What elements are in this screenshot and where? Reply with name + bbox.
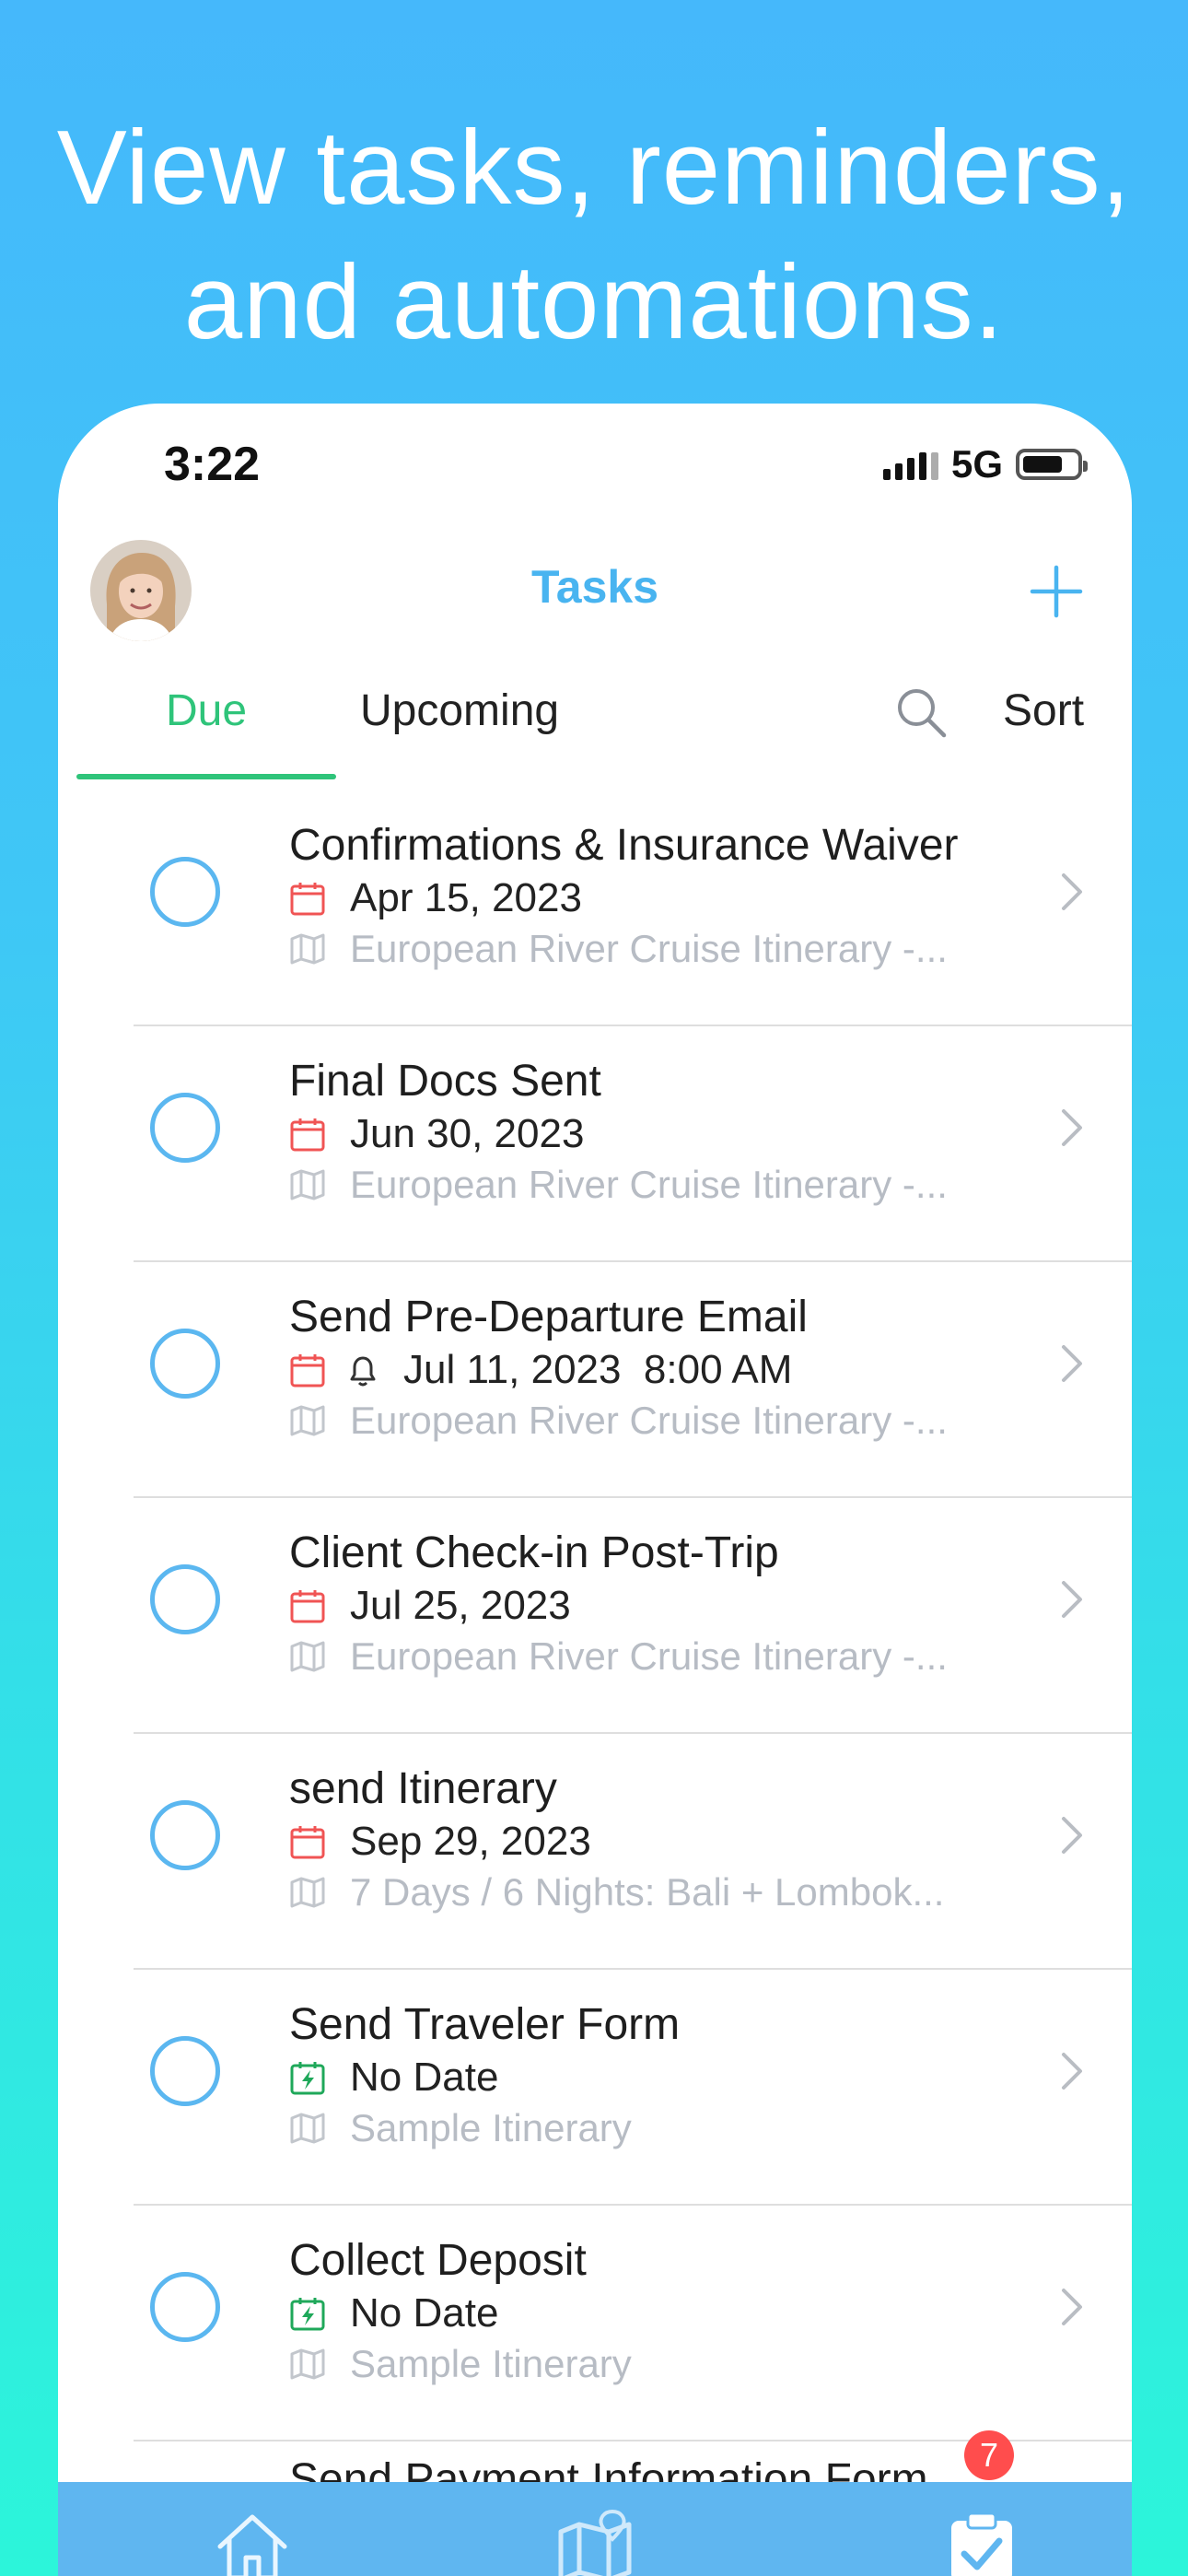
task-title: Send Pre-Departure Email [289, 1293, 808, 1341]
task-itinerary: European River Cruise Itinerary -... [350, 1634, 948, 1678]
plus-icon [1030, 565, 1083, 618]
task-row[interactable]: Final Docs Sent Jun 30, 2023 European Ri… [58, 1026, 1132, 1262]
task-due-date: Apr 15, 2023 [350, 875, 582, 920]
task-title: Send Traveler Form [289, 2000, 681, 2049]
chevron-right-icon [1062, 1817, 1082, 1854]
task-due-date: Jul 25, 2023 [350, 1583, 571, 1628]
search-button[interactable] [892, 684, 951, 743]
task-itinerary: 7 Days / 6 Nights: Bali + Lombok... [350, 1870, 945, 1914]
headline-line-2: and automations. [183, 244, 1005, 361]
headline: View tasks, reminders, and automations. [0, 101, 1188, 370]
tasks-count-badge: 7 [964, 2430, 1014, 2480]
tab-upcoming[interactable]: Upcoming [360, 685, 559, 736]
task-itinerary: Sample Itinerary [350, 2342, 632, 2385]
task-complete-checkbox[interactable] [150, 1093, 220, 1163]
sort-button[interactable]: Sort [1003, 685, 1084, 736]
page-title: Tasks [530, 561, 659, 613]
task-complete-checkbox[interactable] [150, 857, 220, 927]
task-complete-checkbox[interactable] [150, 2272, 220, 2342]
task-complete-checkbox[interactable] [150, 1564, 220, 1634]
signal-icon [882, 449, 938, 480]
itinerary-map-icon [290, 2348, 325, 2380]
task-row[interactable]: Send Pre-Departure Email Jul 11, 2023 8:… [58, 1262, 1132, 1498]
itinerary-map-icon [290, 1641, 325, 1672]
task-itinerary: European River Cruise Itinerary -... [350, 927, 948, 970]
chevron-right-icon [1062, 2289, 1082, 2325]
task-title: Client Check-in Post-Trip [289, 1528, 779, 1577]
itinerary-map-icon [290, 1405, 325, 1436]
chevron-right-icon [1062, 1345, 1082, 1382]
task-row[interactable]: Confirmations & Insurance Waiver Apr 15,… [58, 790, 1132, 1026]
calendar-icon [290, 883, 325, 916]
task-due-date: No Date [350, 2290, 499, 2336]
task-title: Collect Deposit [289, 2236, 587, 2285]
calendar-icon [290, 1826, 325, 1859]
task-itinerary: European River Cruise Itinerary -... [350, 1163, 948, 1206]
task-itinerary: European River Cruise Itinerary -... [350, 1399, 948, 1442]
automation-icon [290, 2298, 325, 2331]
itinerary-map-icon [290, 933, 325, 965]
itinerary-map-icon [290, 1169, 325, 1200]
headline-line-1: View tasks, reminders, [56, 110, 1132, 227]
task-due-date: Sep 29, 2023 [350, 1819, 591, 1864]
task-title: send Itinerary [289, 1764, 557, 1813]
chevron-right-icon [1062, 873, 1082, 910]
task-due-date: Jul 11, 2023 8:00 AM [403, 1347, 793, 1392]
task-list: Confirmations & Insurance Waiver Apr 15,… [58, 790, 1132, 2441]
task-due-date: No Date [350, 2055, 499, 2100]
automation-icon [290, 2062, 325, 2095]
tasks-tab-icon[interactable] [942, 2508, 1021, 2576]
network-label: 5G [950, 442, 1003, 486]
tab-selected-indicator [76, 774, 336, 779]
itinerary-map-icon [290, 1877, 325, 1908]
battery-icon [1016, 449, 1088, 480]
task-row[interactable]: Collect Deposit No Date Sample Itinerary [58, 2206, 1132, 2441]
task-due-date: Jun 30, 2023 [350, 1111, 585, 1156]
search-icon [898, 689, 947, 738]
task-complete-checkbox[interactable] [150, 1329, 220, 1399]
itinerary-map-icon [290, 2113, 325, 2144]
tab-due[interactable]: Due [166, 685, 247, 736]
status-indicators: 5G [882, 442, 1088, 486]
task-row[interactable]: Send Traveler Form No Date Sample Itiner… [58, 1970, 1132, 2206]
task-complete-checkbox[interactable] [150, 1800, 220, 1870]
chevron-right-icon [1062, 1109, 1082, 1146]
status-time: 3:22 [164, 438, 261, 491]
bell-icon [350, 1356, 376, 1387]
task-complete-checkbox[interactable] [150, 2036, 220, 2106]
phone-screen: 3:22 5G Tasks Due Upcoming Sort Confirma… [58, 404, 1132, 2576]
bottom-tab-bar [58, 2482, 1132, 2576]
calendar-icon [290, 1118, 325, 1152]
task-row[interactable]: send Itinerary Sep 29, 2023 7 Days / 6 N… [58, 1734, 1132, 1970]
add-task-button[interactable] [1027, 562, 1086, 621]
task-itinerary: Sample Itinerary [350, 2106, 632, 2149]
itineraries-map-icon[interactable] [555, 2508, 635, 2576]
calendar-icon [290, 1590, 325, 1623]
task-title: Final Docs Sent [289, 1057, 601, 1106]
task-title: Confirmations & Insurance Waiver [289, 821, 959, 870]
home-icon[interactable] [213, 2508, 292, 2576]
chevron-right-icon [1062, 1581, 1082, 1618]
chevron-right-icon [1062, 2053, 1082, 2090]
task-row[interactable]: Client Check-in Post-Trip Jul 25, 2023 E… [58, 1498, 1132, 1734]
calendar-icon [290, 1354, 325, 1388]
